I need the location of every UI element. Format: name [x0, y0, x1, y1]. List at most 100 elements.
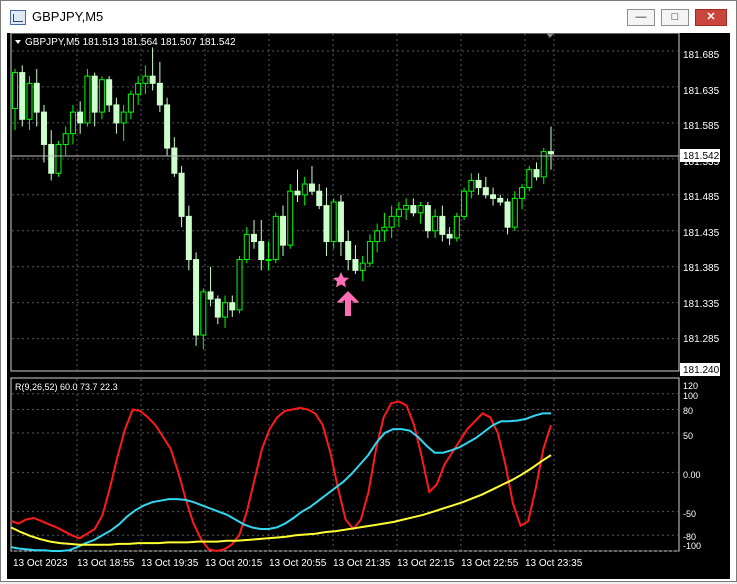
indicator-grid: [12, 379, 678, 552]
candle-bear: [229, 302, 236, 311]
candle-bull: [120, 111, 127, 124]
candle-bull: [511, 197, 518, 228]
candle-bull: [98, 79, 105, 113]
title-bar[interactable]: GBPJPY,M5 — □ ✕: [1, 1, 736, 33]
shift-marker-icon[interactable]: [546, 33, 554, 38]
candle-bear: [33, 82, 40, 113]
price-tick: 181.685: [683, 50, 720, 61]
indicator-axis: 120 100 80 50 0.00 -50 -80 -100: [683, 381, 701, 551]
price-axis: 181.685 181.635 181.585 181.535 181.485 …: [683, 50, 720, 345]
candle-bull: [366, 241, 373, 264]
candle-bull: [540, 151, 547, 178]
minimize-icon: —: [635, 11, 647, 23]
price-tick: 181.485: [683, 192, 720, 203]
candles: [12, 47, 554, 350]
candle-bear: [77, 111, 84, 124]
time-tick: 13 Oct 18:55: [77, 558, 135, 569]
candle-bull: [84, 75, 91, 124]
candle-bull: [301, 183, 308, 196]
candle-bull: [359, 262, 366, 271]
price-tick: 181.585: [683, 121, 720, 132]
maximize-button[interactable]: □: [661, 9, 689, 26]
candle-bull: [287, 190, 294, 246]
candle-bull: [272, 215, 279, 261]
candle-bear: [533, 169, 540, 178]
time-tick: 13 Oct 20:15: [205, 558, 263, 569]
price-tick: 181.435: [683, 228, 720, 239]
candle-bear: [149, 75, 156, 84]
candle-bear: [337, 201, 344, 243]
candle-bull: [417, 205, 424, 214]
candle-bear: [178, 172, 185, 217]
chart-canvas[interactable]: GBPJPY,M5 181.513 181.564 181.507 181.54…: [7, 32, 730, 579]
indicator-tick: -100: [683, 541, 701, 551]
chart-window-icon: [10, 10, 26, 25]
price-tick: 181.385: [683, 263, 720, 274]
symbol-info: GBPJPY,M5 181.513 181.564 181.507 181.54…: [25, 37, 236, 48]
price-tick: 181.285: [683, 334, 720, 345]
candle-bear: [446, 233, 453, 239]
indicator-tick: 0.00: [683, 470, 701, 480]
close-button[interactable]: ✕: [695, 9, 727, 26]
time-tick: 13 Oct 21:35: [333, 558, 391, 569]
candle-bull: [519, 187, 526, 199]
time-tick: 13 Oct 22:55: [461, 558, 519, 569]
candle-bear: [214, 298, 221, 318]
candle-bear: [308, 183, 315, 192]
candle-bear: [113, 104, 120, 124]
candle-bull: [243, 233, 250, 261]
candle-bull: [432, 215, 439, 232]
candle-bear: [193, 259, 200, 336]
bottom-price-label: 181.240: [683, 365, 720, 376]
candle-bear: [490, 194, 497, 199]
indicator-panel-frame: [10, 377, 680, 552]
time-axis: 13 Oct 2023 13 Oct 18:55 13 Oct 19:35 13…: [13, 558, 583, 569]
chart-window: GBPJPY,M5 — □ ✕ GBPJPY,M5 181.513 181.56…: [0, 0, 737, 582]
star-icon: [333, 272, 349, 288]
candle-bull: [388, 215, 395, 228]
candle-bear: [19, 72, 26, 120]
candle-bear: [48, 143, 55, 174]
candle-bear: [504, 201, 511, 228]
candle-bull: [236, 259, 243, 311]
time-tick: 13 Oct 19:35: [141, 558, 199, 569]
time-tick: 13 Oct 20:55: [269, 558, 327, 569]
candle-bull: [62, 133, 69, 145]
candle-bull: [222, 302, 229, 318]
panel-menu-arrow-icon[interactable]: [15, 40, 21, 44]
candle-bear: [439, 215, 446, 235]
minimize-button[interactable]: —: [627, 9, 655, 26]
candle-bull: [69, 111, 76, 135]
candle-bull: [12, 72, 18, 110]
indicator-tick: 50: [683, 431, 693, 441]
candle-bear: [323, 205, 330, 243]
candle-bear: [40, 111, 47, 145]
candle-bull: [461, 190, 468, 217]
candle-bull: [26, 82, 33, 120]
candle-bull: [468, 179, 475, 192]
time-tick: 13 Oct 22:15: [397, 558, 455, 569]
indicator-info: R(9,26,52) 60.0 73.7 22.3: [15, 382, 118, 392]
candle-bear: [258, 241, 265, 261]
indicator-line-red: [10, 400, 552, 553]
candle-bull: [381, 226, 388, 232]
candle-bear: [424, 205, 431, 232]
candle-bear: [207, 291, 214, 300]
candle-bear: [345, 241, 352, 261]
candle-bear: [171, 147, 178, 174]
indicator-tick: 120: [683, 381, 698, 391]
candle-bull: [135, 82, 142, 95]
chart-area[interactable]: GBPJPY,M5 181.513 181.564 181.507 181.54…: [7, 32, 730, 579]
current-price-label: 181.542: [683, 151, 720, 162]
candle-bear: [280, 215, 286, 246]
candle-bear: [251, 233, 258, 243]
up-arrow-icon: [337, 291, 359, 316]
candle-bear: [410, 205, 417, 214]
indicator-tick: -50: [683, 509, 696, 519]
candle-bull: [330, 201, 337, 243]
maximize-icon: □: [671, 11, 679, 23]
indicator-tick: 80: [683, 406, 693, 416]
candle-bull: [127, 93, 134, 113]
candle-bull: [55, 143, 62, 174]
candle-bull: [395, 208, 402, 217]
